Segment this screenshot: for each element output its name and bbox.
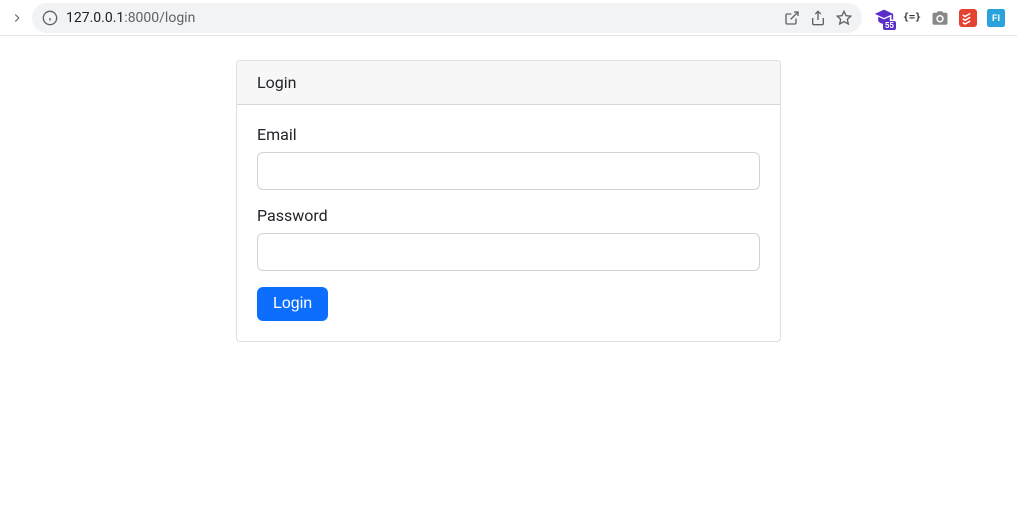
login-card: Login Email Password Login <box>236 60 781 342</box>
email-group: Email <box>257 125 760 190</box>
share-icon[interactable] <box>810 10 826 26</box>
browser-bar: 127.0.0.1:8000/login 55 {=} FI <box>0 0 1017 36</box>
bookmark-star-icon[interactable] <box>836 10 852 26</box>
url-host: 127.0.0.1 <box>66 10 124 26</box>
url-text: 127.0.0.1:8000/login <box>66 10 776 26</box>
password-group: Password <box>257 206 760 271</box>
extension-fi-icon[interactable]: FI <box>986 8 1006 28</box>
card-body: Email Password Login <box>237 105 780 341</box>
extension-badge: 55 <box>883 21 896 30</box>
extension-todoist-icon[interactable] <box>958 8 978 28</box>
open-external-icon[interactable] <box>784 10 800 26</box>
svg-text:FI: FI <box>992 13 1000 23</box>
password-field[interactable] <box>257 233 760 271</box>
address-bar[interactable]: 127.0.0.1:8000/login <box>32 3 862 33</box>
card-header: Login <box>237 61 780 105</box>
extension-icons: 55 {=} FI <box>868 8 1006 28</box>
page-content: Login Email Password Login <box>0 36 1017 342</box>
extension-camera-icon[interactable] <box>930 8 950 28</box>
email-field[interactable] <box>257 152 760 190</box>
forward-arrow-icon[interactable] <box>8 9 26 27</box>
email-label: Email <box>257 125 760 144</box>
login-form: Email Password Login <box>257 125 760 321</box>
login-button[interactable]: Login <box>257 287 328 321</box>
url-rest: :8000/login <box>124 10 195 26</box>
address-actions <box>784 10 852 26</box>
extension-braces-icon[interactable]: {=} <box>902 8 922 28</box>
password-label: Password <box>257 206 760 225</box>
site-info-icon[interactable] <box>42 10 58 26</box>
extension-graduation-icon[interactable]: 55 <box>874 8 894 28</box>
